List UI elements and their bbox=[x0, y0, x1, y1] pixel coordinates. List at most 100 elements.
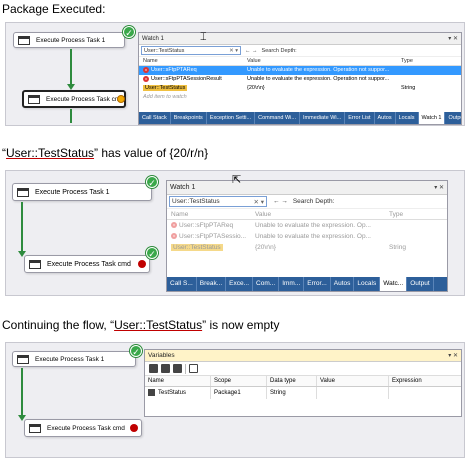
mouse-cursor-icon: ⌶ bbox=[200, 31, 207, 43]
watch-window-title: Watch 1 ▾ ✕ bbox=[167, 181, 447, 195]
variables-window-title: Variables ▾ ✕ bbox=[145, 350, 461, 362]
tab-call-stack[interactable]: Call Stack bbox=[139, 112, 171, 124]
precedence-connector bbox=[21, 368, 23, 416]
search-depth-label: Search Depth: bbox=[261, 47, 297, 54]
task-label: Execute Process Task 1 bbox=[35, 355, 105, 363]
tab-exception-settings[interactable]: Exce... bbox=[226, 277, 254, 291]
debug-tab-bar: Call Stack Breakpoints Exception Setti..… bbox=[139, 112, 461, 124]
execute-process-task-cmd[interactable]: Execute Process Task cmd bbox=[24, 419, 142, 437]
task-label: Execute Process Task 1 bbox=[35, 188, 110, 196]
search-input[interactable]: User::TestStatus ✕ ▾ bbox=[169, 196, 267, 207]
move-variable-icon[interactable] bbox=[161, 364, 170, 373]
execute-process-task-cmd[interactable]: Execute Process Task cmd bbox=[22, 90, 126, 108]
variables-window: Variables ▾ ✕ Name Scope Data type Value… bbox=[144, 349, 462, 417]
grid-options-icon[interactable] bbox=[189, 364, 198, 373]
execute-process-task-1[interactable]: Execute Process Task 1 bbox=[13, 32, 125, 48]
screenshot-test-status-empty: Execute Process Task 1 ✓ Execute Process… bbox=[5, 342, 465, 458]
tab-output[interactable]: Output bbox=[445, 112, 461, 124]
debug-tab-bar: Call S... Break... Exce... Com... Imm...… bbox=[167, 277, 447, 291]
error-icon: x bbox=[143, 75, 149, 82]
variable-icon bbox=[148, 388, 155, 396]
error-icon: x bbox=[171, 233, 177, 240]
tab-watch-1[interactable]: Watch 1 bbox=[418, 112, 446, 124]
watch-grid-header: Name Value Type bbox=[167, 209, 447, 220]
watch-row[interactable]: User::TestStatus {20\r\n} String bbox=[139, 84, 461, 93]
watch-grid-header: Name Value Type bbox=[139, 57, 461, 66]
breakpoint-current-icon bbox=[117, 95, 125, 103]
watch-row[interactable]: User::TestStatus {20\r\n} String bbox=[167, 242, 447, 253]
add-watch-item[interactable]: Add item to watch bbox=[139, 93, 461, 102]
screenshot-package-executed: Execute Process Task 1 ✓ Execute Process… bbox=[5, 22, 465, 126]
watch-row[interactable]: x User::sFtpPTAReq Unable to evaluate the… bbox=[139, 66, 461, 75]
tab-immediate-window[interactable]: Immediate Wi... bbox=[300, 112, 346, 124]
task-label: Execute Process Task cmd bbox=[47, 424, 125, 432]
watch-window: Watch 1 ▾ ✕ User::TestStatus ✕ ▾ ← → Sear… bbox=[166, 180, 448, 292]
execute-process-task-1[interactable]: Execute Process Task 1 bbox=[12, 351, 136, 367]
caption-test-status-empty: Continuing the flow, “User::TestStatus” … bbox=[2, 318, 280, 332]
breakpoint-icon bbox=[130, 424, 138, 432]
precedence-connector bbox=[70, 49, 72, 85]
success-check-icon: ✓ bbox=[130, 345, 142, 357]
execute-process-task-cmd[interactable]: Execute Process Task cmd bbox=[24, 255, 150, 273]
task-icon bbox=[29, 423, 41, 433]
search-depth-label: Search Depth: bbox=[292, 198, 335, 205]
task-label: Execute Process Task cmd bbox=[47, 260, 131, 268]
tab-command-window[interactable]: Com... bbox=[253, 277, 280, 291]
tab-immediate-window[interactable]: Imm... bbox=[279, 277, 305, 291]
task-icon bbox=[18, 35, 30, 45]
tab-locals[interactable]: Locals bbox=[396, 112, 419, 124]
tab-autos[interactable]: Autos bbox=[375, 112, 396, 124]
tab-output[interactable]: Output bbox=[407, 277, 434, 291]
clear-search-icon[interactable]: ✕ ▾ bbox=[253, 198, 266, 206]
task-icon bbox=[17, 187, 29, 197]
variables-toolbar bbox=[145, 362, 461, 376]
success-check-icon: ✓ bbox=[146, 247, 158, 259]
watch-window-title: Watch 1 ▾ ✕ bbox=[139, 33, 461, 45]
window-controls[interactable]: ▾ ✕ bbox=[448, 33, 458, 45]
tab-watch-1[interactable]: Watc... bbox=[380, 277, 408, 291]
success-check-icon: ✓ bbox=[146, 176, 158, 188]
watch-row[interactable]: x User::sFtpPTAReq Unable to evaluate the… bbox=[167, 220, 447, 231]
caption-test-status-value: “User::TestStatus” has value of {20/r/n} bbox=[2, 146, 209, 160]
caption-package-executed: Package Executed: bbox=[2, 2, 106, 16]
error-icon: x bbox=[143, 66, 149, 73]
variables-grid-header: Name Scope Data type Value Expression bbox=[145, 376, 461, 387]
tab-breakpoints[interactable]: Breakpoints bbox=[171, 112, 207, 124]
task-label: Execute Process Task 1 bbox=[36, 36, 106, 44]
watch-row[interactable]: x User::sFtpPTASessio... Unable to evalua… bbox=[167, 231, 447, 242]
precedence-connector bbox=[70, 109, 72, 123]
watch-window: Watch 1 ▾ ✕ User::TestStatus ✕ ▾ ← → Sear… bbox=[138, 32, 462, 125]
watch-search-row: User::TestStatus ✕ ▾ ← → Search Depth: bbox=[139, 45, 461, 57]
mouse-cursor-icon: ⇱ bbox=[232, 174, 242, 186]
tab-command-window[interactable]: Command Wi... bbox=[255, 112, 300, 124]
error-icon: x bbox=[171, 222, 177, 229]
task-icon bbox=[28, 94, 40, 104]
tab-error-list[interactable]: Error... bbox=[304, 277, 331, 291]
tab-error-list[interactable]: Error List bbox=[345, 112, 375, 124]
toolbar-divider bbox=[185, 363, 186, 374]
success-check-icon: ✓ bbox=[123, 26, 135, 38]
search-nav-arrows[interactable]: ← → bbox=[245, 48, 258, 54]
search-nav-arrows[interactable]: ← → bbox=[273, 198, 288, 205]
tab-autos[interactable]: Autos bbox=[331, 277, 355, 291]
tab-call-stack[interactable]: Call S... bbox=[167, 277, 197, 291]
breakpoint-icon bbox=[138, 260, 146, 268]
task-label: Execute Process Task cmd bbox=[46, 95, 124, 103]
variable-row[interactable]: TestStatus Package1 String bbox=[145, 387, 461, 399]
execute-process-task-1[interactable]: Execute Process Task 1 bbox=[12, 183, 152, 201]
clear-search-icon[interactable]: ✕ ▾ bbox=[229, 48, 240, 54]
tab-exception-settings[interactable]: Exception Setti... bbox=[207, 112, 256, 124]
task-icon bbox=[17, 354, 29, 364]
watch-row[interactable]: x User::sFtpPTASessionResult Unable to ev… bbox=[139, 75, 461, 84]
precedence-connector bbox=[21, 202, 23, 252]
task-icon bbox=[29, 259, 41, 269]
watch-search-row: User::TestStatus ✕ ▾ ← → Search Depth: bbox=[167, 195, 447, 209]
screenshot-test-status-value: Execute Process Task 1 ✓ Execute Process… bbox=[5, 170, 465, 296]
search-input[interactable]: User::TestStatus ✕ ▾ bbox=[141, 46, 241, 55]
tab-locals[interactable]: Locals bbox=[354, 277, 381, 291]
delete-variable-icon[interactable] bbox=[173, 364, 182, 373]
window-controls[interactable]: ▾ ✕ bbox=[434, 181, 444, 195]
add-variable-icon[interactable] bbox=[149, 364, 158, 373]
tab-breakpoints[interactable]: Break... bbox=[197, 277, 227, 291]
window-controls[interactable]: ▾ ✕ bbox=[448, 350, 458, 362]
